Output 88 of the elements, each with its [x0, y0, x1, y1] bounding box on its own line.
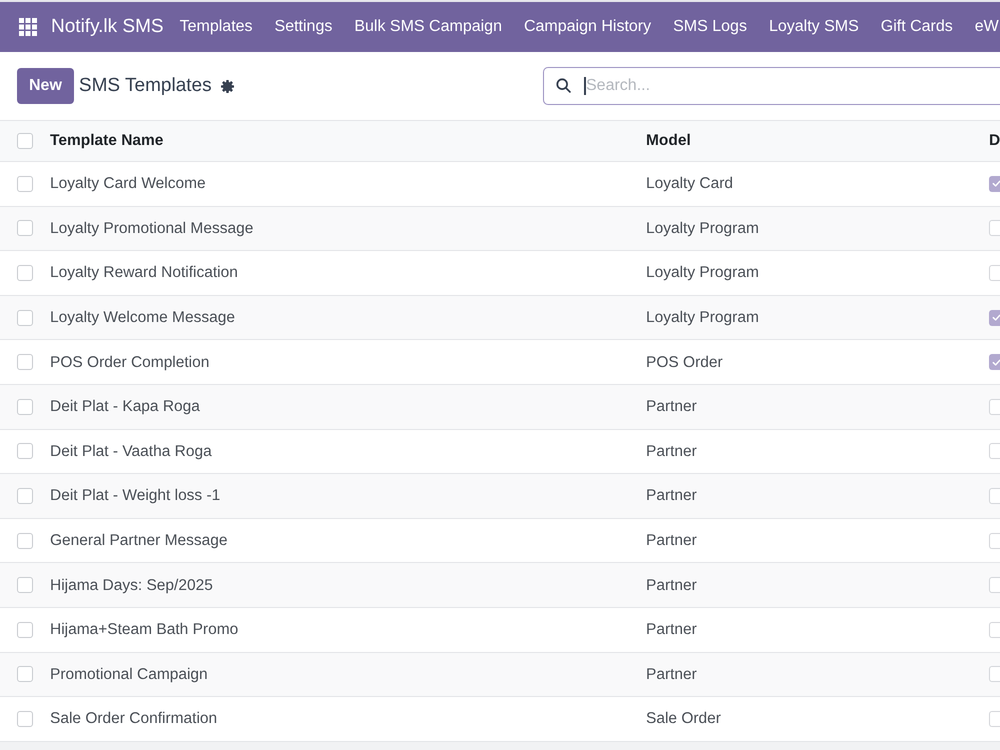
checkbox[interactable]: [989, 666, 1000, 682]
table-row[interactable]: Loyalty Promotional Message Loyalty Program: [0, 206, 1000, 252]
table-row[interactable]: POS Order Completion POS Order: [0, 340, 1000, 385]
checkbox[interactable]: [989, 577, 1000, 594]
template-name-cell-text: POS Order Completion: [49, 352, 210, 373]
checkbox[interactable]: [989, 176, 1000, 192]
model-cell-text: Loyalty Card: [645, 174, 734, 194]
template-name-cell-text: Deit Plat - Vaatha Roga: [49, 442, 213, 462]
menu-item[interactable]: Templates: [168, 15, 264, 39]
table-row[interactable]: Hijama+Steam Bath Promo Partner: [0, 608, 1000, 653]
checkbox[interactable]: [989, 310, 1000, 326]
template-name-cell-text: Loyalty Reward Notification: [49, 263, 239, 284]
check-icon: [992, 179, 1000, 188]
menu-item[interactable]: Bulk SMS Campaign: [343, 15, 513, 39]
template-name-cell-text: Loyalty Card Welcome: [49, 174, 207, 194]
checkbox[interactable]: [17, 264, 33, 281]
table-row[interactable]: Promotional Campaign Partner: [0, 652, 1000, 698]
checkbox[interactable]: [989, 622, 1000, 638]
template-name-cell-text: Deit Plat - Weight loss -1: [49, 486, 222, 506]
template-name-cell-text: Loyalty Welcome Message: [49, 308, 236, 328]
menu-item[interactable]: Loyalty SMS: [758, 15, 870, 39]
checkbox[interactable]: [989, 264, 1000, 281]
checkbox[interactable]: [989, 532, 1000, 549]
table-row[interactable]: Loyalty Card Welcome Loyalty Card: [0, 162, 1000, 207]
model-cell-text: Loyalty Program: [645, 263, 760, 284]
search-icon: [556, 78, 571, 93]
search-field[interactable]: Search...: [543, 67, 1000, 105]
table-row[interactable]: Sale Order Confirmation Sale Order: [0, 697, 1000, 742]
checkbox[interactable]: [17, 398, 33, 415]
table-row[interactable]: Deit Plat - Vaatha Roga Partner: [0, 430, 1000, 474]
template-name-cell-text: Sale Order Confirmation: [49, 709, 218, 730]
column-header[interactable]: Model: [638, 129, 978, 153]
column-header[interactable]: D: [978, 129, 1000, 153]
table-row[interactable]: Loyalty Welcome Message Loyalty Program: [0, 296, 1000, 340]
model-cell-text: Loyalty Program: [645, 218, 760, 239]
checkbox[interactable]: [17, 488, 33, 504]
table-row[interactable]: Hijama Days: Sep/2025 Partner: [0, 563, 1000, 608]
checkbox[interactable]: [17, 532, 33, 549]
table-row[interactable]: Loyalty Reward Notification Loyalty Program: [0, 251, 1000, 296]
menu-item[interactable]: Gift Cards: [870, 15, 964, 39]
checkbox[interactable]: [989, 398, 1000, 415]
model-cell-text: Partner: [645, 530, 698, 551]
check-icon: [992, 358, 1000, 367]
checkbox[interactable]: [17, 354, 33, 370]
column-header[interactable]: Template Name: [42, 129, 638, 153]
checkbox[interactable]: [989, 710, 1000, 727]
table-row[interactable]: General Partner Message Partner: [0, 518, 1000, 564]
menu-item[interactable]: SMS Logs: [662, 15, 758, 39]
new-button[interactable]: New: [17, 68, 74, 104]
model-cell-text: POS Order: [645, 352, 724, 373]
checkbox[interactable]: [17, 310, 33, 326]
template-name-cell-text: Hijama Days: Sep/2025: [49, 576, 214, 596]
checkbox[interactable]: [17, 577, 33, 594]
model-cell-text: Loyalty Program: [645, 308, 760, 328]
check-icon: [992, 313, 1000, 322]
table-row[interactable]: Deit Plat - Kapa Roga Partner: [0, 384, 1000, 430]
model-cell-text: Partner: [645, 664, 698, 685]
checkbox[interactable]: [989, 443, 1000, 460]
checkbox[interactable]: [989, 488, 1000, 504]
checkbox[interactable]: [17, 176, 33, 192]
template-name-cell-text: Hijama+Steam Bath Promo: [49, 620, 240, 640]
text-caret: [584, 77, 586, 95]
checkbox[interactable]: [17, 220, 33, 236]
apps-grid-icon[interactable]: [19, 18, 37, 36]
model-cell-text: Partner: [645, 442, 698, 462]
menu-item[interactable]: eW: [964, 15, 1000, 39]
model-cell-text: Partner: [645, 397, 698, 418]
page-title: SMS Templates: [78, 74, 212, 98]
select-all-checkbox[interactable]: [17, 133, 33, 149]
menu-item[interactable]: Campaign History: [512, 15, 662, 39]
template-name-cell-text: Promotional Campaign: [49, 664, 209, 685]
app-brand[interactable]: Notify.lk SMS: [51, 12, 164, 42]
model-cell-text: Partner: [645, 620, 698, 640]
template-name-cell-text: Deit Plat - Kapa Roga: [49, 397, 201, 418]
checkbox[interactable]: [989, 220, 1000, 236]
checkbox[interactable]: [17, 666, 33, 682]
checkbox[interactable]: [989, 354, 1000, 370]
checkbox[interactable]: [17, 443, 33, 460]
model-cell-text: Partner: [645, 486, 698, 506]
model-cell-text: Sale Order: [645, 709, 722, 730]
checkbox[interactable]: [17, 622, 33, 638]
table-row[interactable]: Deit Plat - Weight loss -1 Partner: [0, 474, 1000, 519]
template-name-cell-text: Loyalty Promotional Message: [49, 218, 254, 239]
model-cell-text: Partner: [645, 576, 698, 596]
settings-icon[interactable]: [220, 80, 234, 92]
template-name-cell-text: General Partner Message: [49, 530, 228, 551]
menu-item[interactable]: Settings: [264, 15, 344, 39]
checkbox[interactable]: [17, 710, 33, 727]
